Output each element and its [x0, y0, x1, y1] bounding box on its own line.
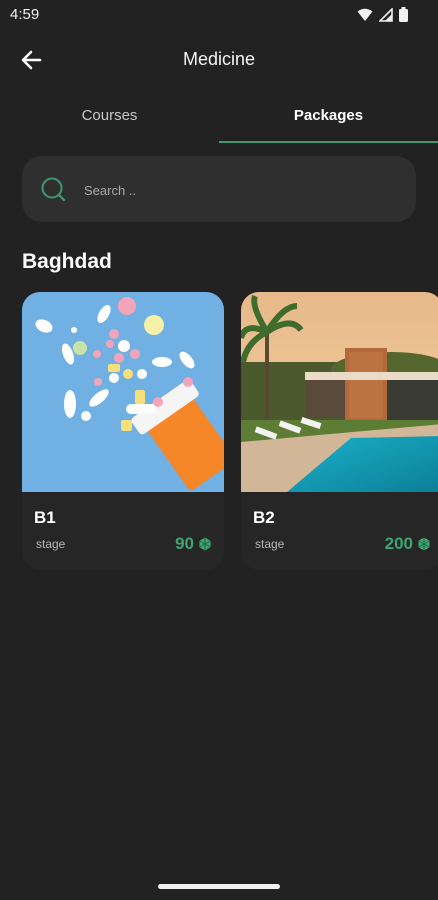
package-name: B1: [34, 508, 56, 527]
package-price: 90: [175, 534, 212, 554]
status-bar: 4:59: [0, 0, 438, 30]
pills-photo: [22, 292, 224, 492]
home-indicator[interactable]: [158, 884, 280, 889]
coin-icon: [199, 537, 211, 551]
status-time: 4:59: [10, 6, 40, 23]
app-bar: Medicine: [0, 38, 438, 82]
wifi-icon: [357, 8, 373, 21]
package-card[interactable]: B2 stage 200: [241, 292, 438, 570]
search-input[interactable]: [82, 178, 386, 202]
tab-packages[interactable]: Packages: [219, 98, 438, 134]
tab-indicator: [219, 141, 438, 143]
pool-house-photo: [241, 292, 438, 492]
status-icons: [357, 7, 408, 22]
price-value: 90: [175, 534, 194, 553]
price-value: 200: [384, 534, 413, 553]
package-stage: stage: [255, 537, 285, 551]
package-card[interactable]: B1 stage 90: [22, 292, 224, 570]
coin-icon: [418, 537, 430, 551]
package-stage: stage: [36, 537, 66, 551]
page-title: Medicine: [182, 49, 256, 69]
search-icon: [41, 177, 66, 202]
tab-bar: Courses Packages: [0, 98, 438, 144]
tab-courses[interactable]: Courses: [0, 98, 219, 134]
package-name: B2: [253, 508, 275, 527]
package-price: 200: [385, 534, 431, 554]
signal-icon: [379, 7, 393, 22]
battery-icon: [399, 7, 408, 22]
section-title: Baghdad: [22, 250, 112, 273]
search-bar[interactable]: [22, 156, 416, 222]
